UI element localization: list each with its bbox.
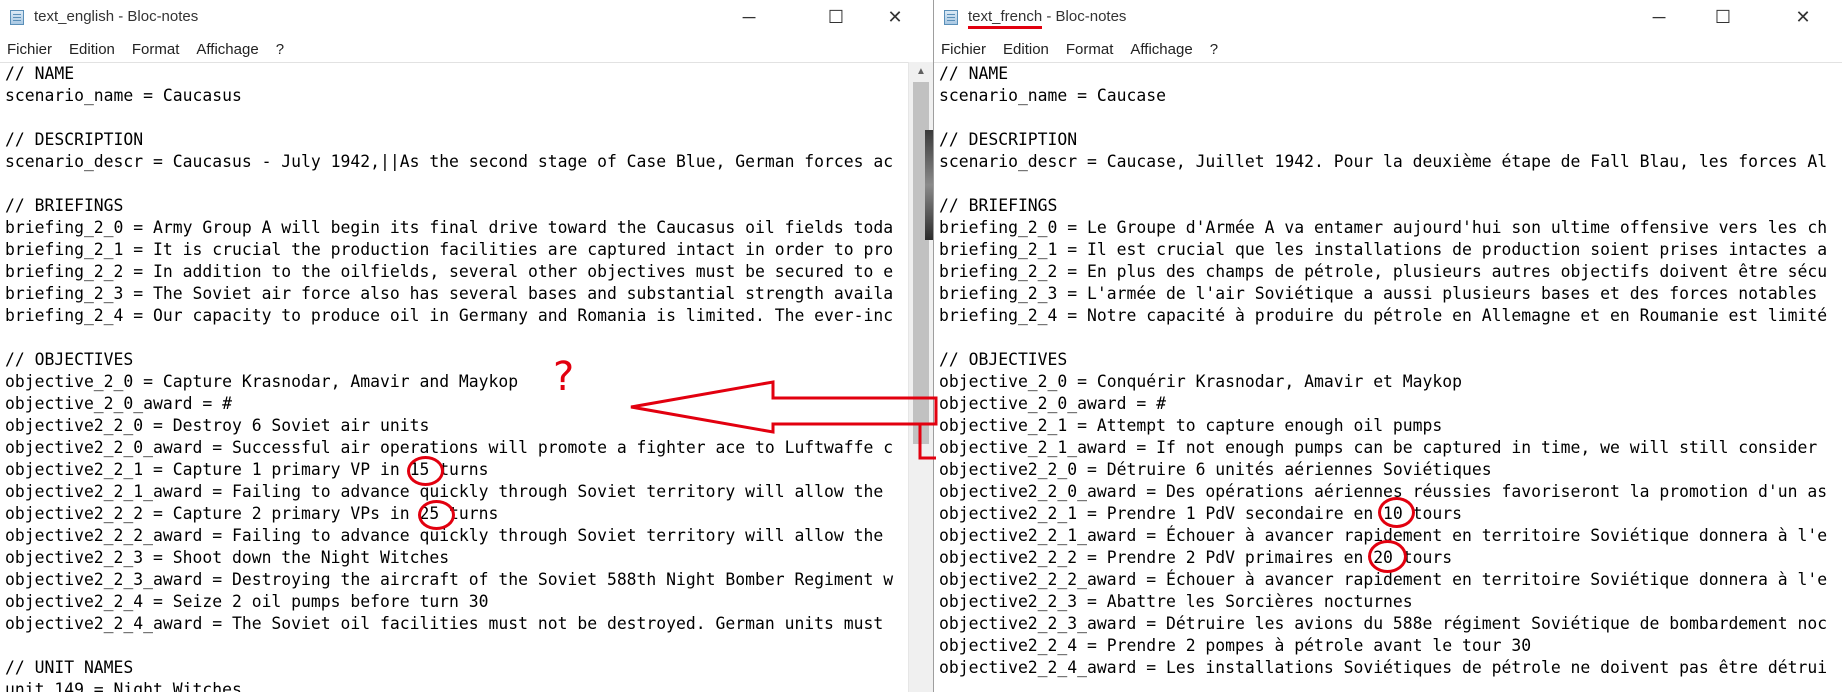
- text-line: objective2_2_3_award = Destroying the ai…: [5, 570, 894, 589]
- editor-text: // NAME scenario_name = Caucasus // DESCRI…: [5, 63, 893, 692]
- title-bar[interactable]: text_french - Bloc-notes ─ ☐ ✕: [934, 0, 1842, 36]
- text-line: briefing_2_4 = Our capacity to produce o…: [5, 306, 894, 325]
- text-line: briefing_2_0 = Le Groupe d'Armée A va en…: [939, 218, 1828, 237]
- title-filename: text_french: [968, 8, 1043, 29]
- notepad-window-french: text_french - Bloc-notes ─ ☐ ✕ Fichier E…: [933, 0, 1842, 692]
- menu-affichage[interactable]: Affichage: [196, 41, 258, 58]
- editor-text: // NAME scenario_name = Caucase // DESCRIP…: [939, 63, 1827, 679]
- window-title: text_english - Bloc-notes: [34, 8, 199, 25]
- text-line: objective2_2_0_award = Successful air op…: [5, 438, 894, 457]
- close-icon[interactable]: ✕: [866, 0, 924, 34]
- text-line: briefing_2_0 = Army Group A will begin i…: [5, 218, 894, 237]
- menu-fichier[interactable]: Fichier: [941, 41, 986, 58]
- text-line: // OBJECTIVES: [5, 350, 134, 369]
- text-line: // DESCRIPTION: [939, 130, 1078, 149]
- menu-affichage[interactable]: Affichage: [1130, 41, 1192, 58]
- title-appname: - Bloc-notes: [1042, 8, 1127, 25]
- text-line: objective2_2_3 = Abattre les Sorcières n…: [939, 592, 1413, 611]
- text-line: objective_2_1 = Attempt to capture enoug…: [939, 416, 1443, 435]
- text-line: objective2_2_2 = Capture 2 primary VPs i…: [5, 504, 499, 523]
- text-line: briefing_2_3 = L'armée de l'air Soviétiq…: [939, 284, 1818, 303]
- close-icon[interactable]: ✕: [1774, 0, 1832, 34]
- text-line: objective2_2_3 = Shoot down the Night Wi…: [5, 548, 450, 567]
- text-line: // UNIT NAMES: [5, 658, 134, 677]
- text-line: objective2_2_2_award = Failing to advanc…: [5, 526, 884, 545]
- text-line: scenario_name = Caucase: [939, 86, 1166, 105]
- notepad-window-english: text_english - Bloc-notes ─ ☐ ✕ Fichier …: [0, 0, 933, 692]
- text-editor-area[interactable]: // NAME scenario_name = Caucase // DESCRIP…: [934, 62, 1842, 692]
- text-line: objective2_2_4 = Seize 2 oil pumps befor…: [5, 592, 489, 611]
- text-line: [939, 173, 1827, 195]
- text-line: objective2_2_0 = Destroy 6 Soviet air un…: [5, 416, 430, 435]
- text-line: [5, 107, 893, 129]
- text-line: objective2_2_1_award = Échouer à avancer…: [939, 526, 1828, 545]
- text-line: // DESCRIPTION: [5, 130, 144, 149]
- text-line: objective2_2_0 = Détruire 6 unités aérie…: [939, 460, 1492, 479]
- text-editor-area[interactable]: // NAME scenario_name = Caucasus // DESCRI…: [0, 62, 933, 692]
- text-line: unit_149 = Night Witches: [5, 680, 242, 692]
- menu-format[interactable]: Format: [132, 41, 180, 58]
- text-line: objective2_2_1_award = Failing to advanc…: [5, 482, 884, 501]
- text-line: objective2_2_1 = Prendre 1 PdV secondair…: [939, 504, 1463, 523]
- text-line: briefing_2_3 = The Soviet air force also…: [5, 284, 894, 303]
- notepad-app-icon: [944, 10, 958, 25]
- window-title: text_french - Bloc-notes: [968, 8, 1127, 29]
- text-line: objective2_2_2 = Prendre 2 PdV primaires…: [939, 548, 1453, 567]
- text-line: objective_2_0 = Capture Krasnodar, Amavi…: [5, 372, 519, 391]
- text-line: objective2_2_0_award = Des opérations aé…: [939, 482, 1828, 501]
- background-sliver: [925, 130, 933, 240]
- text-line: objective2_2_4_award = The Soviet oil fa…: [5, 614, 884, 633]
- title-bar[interactable]: text_english - Bloc-notes ─ ☐ ✕: [0, 0, 933, 36]
- text-line: briefing_2_1 = It is crucial the product…: [5, 240, 894, 259]
- menu-bar: Fichier Edition Format Affichage ?: [934, 36, 1842, 62]
- text-line: // BRIEFINGS: [939, 196, 1058, 215]
- menu-help[interactable]: ?: [1210, 41, 1218, 58]
- text-line: [939, 327, 1827, 349]
- text-line: objective_2_0_award = #: [939, 394, 1166, 413]
- menu-edition[interactable]: Edition: [69, 41, 115, 58]
- text-line: briefing_2_2 = In addition to the oilfie…: [5, 262, 894, 281]
- minimize-icon[interactable]: ─: [720, 0, 778, 34]
- text-line: objective2_2_3_award = Détruire les avio…: [939, 614, 1828, 633]
- menu-bar: Fichier Edition Format Affichage ?: [0, 36, 933, 62]
- text-line: objective_2_0 = Conquérir Krasnodar, Ama…: [939, 372, 1463, 391]
- text-line: objective_2_1_award = If not enough pump…: [939, 438, 1818, 457]
- text-line: objective2_2_2_award = Échouer à avancer…: [939, 570, 1828, 589]
- text-line: [939, 107, 1827, 129]
- text-line: briefing_2_4 = Notre capacité à produire…: [939, 306, 1828, 325]
- text-line: // BRIEFINGS: [5, 196, 124, 215]
- text-line: // OBJECTIVES: [939, 350, 1068, 369]
- menu-fichier[interactable]: Fichier: [7, 41, 52, 58]
- text-line: scenario_name = Caucasus: [5, 86, 242, 105]
- text-line: objective2_2_4 = Prendre 2 pompes à pétr…: [939, 636, 1532, 655]
- minimize-icon[interactable]: ─: [1630, 0, 1688, 34]
- text-line: // NAME: [5, 64, 75, 83]
- text-line: briefing_2_2 = En plus des champs de pét…: [939, 262, 1828, 281]
- text-line: [5, 635, 893, 657]
- text-line: briefing_2_1 = Il est crucial que les in…: [939, 240, 1828, 259]
- maximize-icon[interactable]: ☐: [1694, 0, 1752, 34]
- text-line: scenario_descr = Caucasus - July 1942,||…: [5, 152, 894, 171]
- text-line: [5, 327, 893, 349]
- text-line: objective_2_0_award = #: [5, 394, 232, 413]
- text-line: scenario_descr = Caucase, Juillet 1942. …: [939, 152, 1828, 171]
- text-line: objective2_2_1 = Capture 1 primary VP in…: [5, 460, 489, 479]
- text-line: [5, 173, 893, 195]
- notepad-app-icon: [10, 10, 24, 25]
- maximize-icon[interactable]: ☐: [807, 0, 865, 34]
- menu-help[interactable]: ?: [276, 41, 284, 58]
- menu-edition[interactable]: Edition: [1003, 41, 1049, 58]
- scroll-up-arrow-icon[interactable]: ▲: [909, 66, 933, 77]
- text-line: objective2_2_4_award = Les installations…: [939, 658, 1828, 677]
- menu-format[interactable]: Format: [1066, 41, 1114, 58]
- text-line: // NAME: [939, 64, 1009, 83]
